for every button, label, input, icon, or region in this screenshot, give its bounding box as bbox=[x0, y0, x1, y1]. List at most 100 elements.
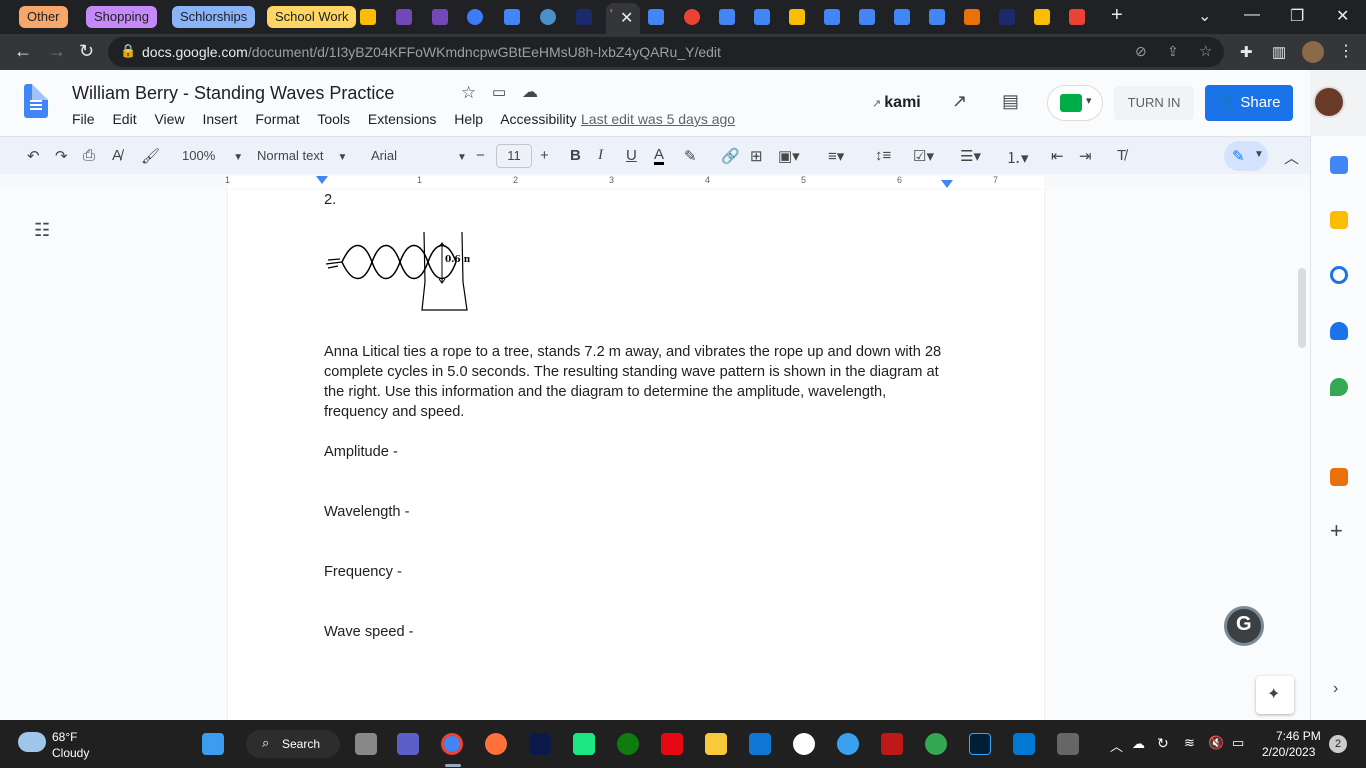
side-panel-icon[interactable]: ▥ bbox=[1272, 43, 1286, 61]
microsoft-store-icon[interactable] bbox=[749, 733, 771, 755]
tab-group-shopping[interactable]: Shopping bbox=[86, 6, 157, 28]
share-button[interactable]: 👤 Share bbox=[1205, 85, 1293, 121]
tab-search-icon[interactable]: ⌄ bbox=[1198, 6, 1211, 26]
battery-icon[interactable]: ▭ bbox=[1232, 735, 1244, 751]
photos-icon[interactable] bbox=[925, 733, 947, 755]
horizontal-ruler[interactable]: 1 1 2 3 4 5 6 7 bbox=[0, 174, 1310, 190]
profile-avatar[interactable] bbox=[1302, 41, 1324, 63]
docs-tab-icon[interactable] bbox=[719, 9, 735, 25]
tab-group-school-work[interactable]: School Work bbox=[267, 6, 357, 28]
lock-icon[interactable]: 🔒 bbox=[120, 43, 136, 59]
contacts-icon[interactable] bbox=[1330, 322, 1348, 340]
menu-insert[interactable]: Insert bbox=[202, 111, 237, 127]
add-addon-icon[interactable]: + bbox=[1330, 518, 1343, 544]
text-color-icon[interactable]: A bbox=[654, 147, 665, 165]
maps-icon[interactable] bbox=[1330, 378, 1348, 396]
wifi-icon[interactable]: ≋ bbox=[1184, 735, 1195, 751]
move-folder-icon[interactable]: ▭ bbox=[492, 83, 506, 101]
line-spacing-icon[interactable]: ↕≡ bbox=[875, 147, 891, 164]
document-page[interactable]: 2. 0.6 m Anna Litical ties a rope to a t… bbox=[228, 190, 1044, 720]
right-indent-marker[interactable] bbox=[941, 180, 953, 188]
browser-menu-icon[interactable]: ⋮ bbox=[1338, 41, 1354, 61]
italic-icon[interactable]: I bbox=[598, 147, 603, 164]
collapse-toolbar-icon[interactable]: ︿ bbox=[1284, 147, 1299, 168]
outline-icon[interactable]: ☷ bbox=[34, 220, 50, 241]
scrollbar-thumb[interactable] bbox=[1298, 268, 1306, 348]
app-icon[interactable] bbox=[793, 733, 815, 755]
star-tab-icon[interactable] bbox=[576, 9, 592, 25]
menu-format[interactable]: Format bbox=[255, 111, 299, 127]
menu-extensions[interactable]: Extensions bbox=[368, 111, 436, 127]
insert-link-icon[interactable]: 🔗 bbox=[721, 147, 740, 165]
zoom-select[interactable]: 100% ▼ bbox=[182, 148, 243, 163]
menu-accessibility[interactable]: Accessibility bbox=[500, 111, 576, 127]
paint-format-icon[interactable]: 🖌 bbox=[141, 147, 160, 165]
forward-icon[interactable]: → bbox=[48, 42, 66, 60]
reload-icon[interactable]: ↻ bbox=[79, 42, 94, 60]
docs-tab-icon[interactable] bbox=[859, 9, 875, 25]
docs-tab-icon[interactable] bbox=[648, 9, 664, 25]
disney-plus-icon[interactable] bbox=[529, 733, 551, 755]
insert-image-icon[interactable]: ▣▾ bbox=[778, 147, 800, 165]
clock-date[interactable]: 2/20/2023 bbox=[1262, 745, 1315, 759]
quizlet-tab-icon[interactable] bbox=[467, 9, 483, 25]
activity-trend-icon[interactable]: ↗ bbox=[952, 91, 967, 112]
bookmark-star-icon[interactable]: ☆ bbox=[1199, 42, 1212, 60]
camera-icon[interactable] bbox=[1057, 733, 1079, 755]
docs-tab-icon[interactable] bbox=[929, 9, 945, 25]
new-tab-icon[interactable]: + bbox=[1111, 4, 1123, 27]
print-icon[interactable]: ⎙ bbox=[83, 147, 95, 164]
app-tab-icon[interactable] bbox=[684, 9, 700, 25]
chrome-icon[interactable] bbox=[441, 733, 463, 755]
decrease-indent-icon[interactable]: ⇤ bbox=[1051, 147, 1064, 165]
undo-icon[interactable]: ↶ bbox=[27, 147, 40, 165]
highlight-icon[interactable]: ✎ bbox=[684, 147, 697, 165]
app-tab-icon[interactable] bbox=[964, 9, 980, 25]
menu-edit[interactable]: Edit bbox=[112, 111, 136, 127]
tasks-icon[interactable] bbox=[1330, 266, 1348, 284]
close-tab-icon[interactable]: ✕ bbox=[620, 8, 633, 28]
close-window-icon[interactable]: ✕ bbox=[1336, 6, 1349, 26]
notification-badge[interactable]: 2 bbox=[1329, 735, 1347, 753]
extensions-icon[interactable]: ✚ bbox=[1240, 43, 1253, 61]
clock-time[interactable]: 7:46 PM bbox=[1276, 729, 1321, 743]
document-canvas[interactable]: ☷ 2. 0.6 m Anna Litical ties a rope to a… bbox=[0, 190, 1310, 720]
gmail-tab-icon[interactable] bbox=[1069, 9, 1085, 25]
last-edit-link[interactable]: Last edit was 5 days ago bbox=[581, 111, 735, 127]
redo-icon[interactable]: ↷ bbox=[55, 147, 68, 165]
kami-button[interactable]: ↗ kami bbox=[872, 94, 921, 112]
document-title[interactable]: William Berry - Standing Waves Practice bbox=[72, 83, 394, 104]
meet-button[interactable]: ▾ bbox=[1047, 85, 1103, 121]
explore-button[interactable]: ✦ bbox=[1256, 676, 1294, 714]
url-field[interactable]: 🔒 docs.google.com/document/d/1I3yBZ04KFF… bbox=[108, 37, 1224, 67]
bulleted-list-icon[interactable]: ☰▾ bbox=[960, 147, 981, 165]
menu-tools[interactable]: Tools bbox=[317, 111, 350, 127]
checklist-icon[interactable]: ☑▾ bbox=[913, 147, 934, 165]
left-indent-marker[interactable] bbox=[316, 176, 328, 184]
restore-icon[interactable]: ❐ bbox=[1290, 6, 1304, 26]
star-icon[interactable]: ☆ bbox=[461, 83, 476, 103]
slides-tab-icon[interactable] bbox=[789, 9, 805, 25]
increase-indent-icon[interactable]: ⇥ bbox=[1079, 147, 1092, 165]
app-tab-icon[interactable] bbox=[540, 9, 556, 25]
star-tab-icon[interactable] bbox=[999, 9, 1015, 25]
docs-tab-icon[interactable] bbox=[754, 9, 770, 25]
cloud-status-icon[interactable]: ☁ bbox=[522, 82, 538, 102]
clear-formatting-icon[interactable]: T̸ bbox=[1117, 147, 1126, 164]
grammarly-button[interactable]: G bbox=[1224, 606, 1264, 646]
decrease-font-size-icon[interactable]: − bbox=[476, 147, 485, 164]
increase-font-size-icon[interactable]: + bbox=[540, 147, 549, 164]
netflix-icon[interactable] bbox=[661, 733, 683, 755]
comments-icon[interactable]: ▤ bbox=[1002, 91, 1019, 112]
docs-tab-icon[interactable] bbox=[504, 9, 520, 25]
weather-cloud-icon[interactable] bbox=[18, 732, 46, 752]
turn-in-button[interactable]: TURN IN bbox=[1114, 86, 1194, 120]
spellcheck-icon[interactable]: A̸ bbox=[112, 147, 122, 164]
forms-tab-icon[interactable] bbox=[396, 9, 412, 25]
photoshop-icon[interactable] bbox=[969, 733, 991, 755]
share-page-icon[interactable]: ⇪ bbox=[1167, 43, 1179, 60]
font-select[interactable]: Arial ▼ bbox=[371, 148, 467, 163]
sync-icon[interactable]: ↻ bbox=[1157, 735, 1169, 752]
menu-view[interactable]: View bbox=[154, 111, 184, 127]
back-icon[interactable]: ← bbox=[14, 42, 32, 60]
